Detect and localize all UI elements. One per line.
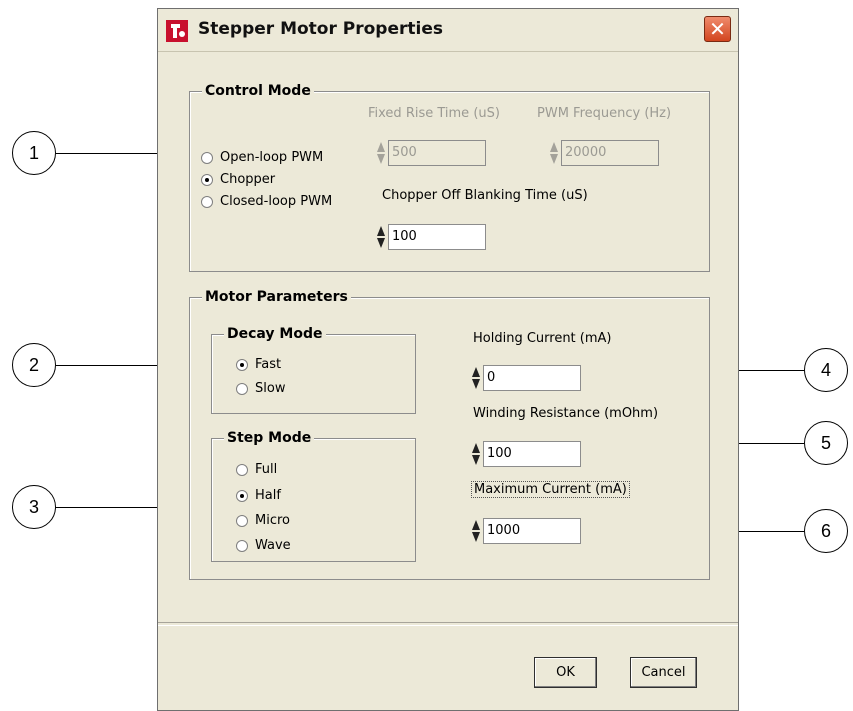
radio-label: Fast xyxy=(255,357,282,372)
callout-3: 3 xyxy=(12,485,56,529)
radio-open-loop-pwm[interactable]: Open-loop PWM xyxy=(201,147,323,168)
fixed-rise-time-input: 500 xyxy=(388,140,486,166)
holding-current-control: 0 xyxy=(472,365,581,391)
radio-step-full[interactable]: Full xyxy=(236,459,277,480)
pwm-frequency-control: 20000 xyxy=(550,140,659,166)
radio-indicator xyxy=(201,173,213,186)
pwm-frequency-input: 20000 xyxy=(561,140,659,166)
spinner-arrows-icon xyxy=(377,140,386,166)
radio-label: Wave xyxy=(255,538,291,553)
winding-resistance-input[interactable]: 100 xyxy=(483,441,581,467)
radio-indicator xyxy=(236,358,248,371)
callout-4: 4 xyxy=(804,348,848,392)
step-mode-title: Step Mode xyxy=(224,429,315,447)
ok-button[interactable]: OK xyxy=(534,657,597,688)
stepper-motor-properties-dialog: Stepper Motor Properties ✕ Control Mode … xyxy=(157,8,739,711)
radio-closed-loop-pwm[interactable]: Closed-loop PWM xyxy=(201,191,332,212)
callout-2: 2 xyxy=(12,343,56,387)
radio-step-wave[interactable]: Wave xyxy=(236,535,291,556)
radio-label: Micro xyxy=(255,513,290,528)
radio-label: Closed-loop PWM xyxy=(220,194,333,209)
decay-mode-title: Decay Mode xyxy=(224,325,326,343)
radio-indicator xyxy=(236,382,248,395)
winding-resistance-control: 100 xyxy=(472,441,581,467)
radio-label: Slow xyxy=(255,381,286,396)
decay-mode-group: Decay Mode Fast Slow xyxy=(211,325,416,414)
footer-divider xyxy=(158,622,738,626)
step-mode-group: Step Mode Full Half Micro Wave xyxy=(211,429,416,562)
radio-step-micro[interactable]: Micro xyxy=(236,510,290,531)
control-mode-group: Control Mode Open-loop PWM Chopper Close… xyxy=(189,82,710,272)
maximum-current-control: 1000 xyxy=(472,518,581,544)
radio-indicator xyxy=(201,151,213,164)
spinner-arrows-icon[interactable] xyxy=(472,518,481,544)
control-mode-title: Control Mode xyxy=(202,82,314,100)
spinner-arrows-icon[interactable] xyxy=(377,224,386,250)
callout-1: 1 xyxy=(12,131,56,175)
radio-indicator xyxy=(236,463,248,476)
spinner-arrows-icon xyxy=(550,140,559,166)
chopper-off-blanking-label: Chopper Off Blanking Time (uS) xyxy=(382,188,588,203)
chopper-off-blanking-input[interactable]: 100 xyxy=(388,224,486,250)
winding-resistance-label: Winding Resistance (mOhm) xyxy=(473,406,659,421)
motor-parameters-title: Motor Parameters xyxy=(202,288,351,306)
radio-indicator xyxy=(201,195,213,208)
radio-label: Full xyxy=(255,462,278,477)
radio-decay-fast[interactable]: Fast xyxy=(236,354,281,375)
radio-label: Chopper xyxy=(220,172,276,187)
chopper-off-blanking-control: 100 xyxy=(377,224,486,250)
holding-current-input[interactable]: 0 xyxy=(483,365,581,391)
title-bar[interactable]: Stepper Motor Properties ✕ xyxy=(158,9,738,52)
cancel-button[interactable]: Cancel xyxy=(630,657,697,688)
spinner-arrows-icon[interactable] xyxy=(472,365,481,391)
holding-current-label: Holding Current (mA) xyxy=(473,331,612,346)
radio-step-half[interactable]: Half xyxy=(236,485,281,506)
window-title: Stepper Motor Properties xyxy=(198,19,443,39)
radio-indicator xyxy=(236,514,248,527)
motor-parameters-group: Motor Parameters Decay Mode Fast Slow St… xyxy=(189,288,710,580)
maximum-current-label: Maximum Current (mA) xyxy=(471,481,630,498)
fixed-rise-time-label: Fixed Rise Time (uS) xyxy=(368,106,500,121)
radio-indicator xyxy=(236,539,248,552)
close-button[interactable]: ✕ xyxy=(704,16,731,42)
radio-indicator xyxy=(236,489,248,502)
radio-label: Half xyxy=(255,488,281,503)
radio-chopper[interactable]: Chopper xyxy=(201,169,275,190)
pwm-frequency-label: PWM Frequency (Hz) xyxy=(537,106,672,121)
fixed-rise-time-control: 500 xyxy=(377,140,486,166)
radio-decay-slow[interactable]: Slow xyxy=(236,378,285,399)
close-icon: ✕ xyxy=(709,17,726,41)
callout-6: 6 xyxy=(804,509,848,553)
spinner-arrows-icon[interactable] xyxy=(472,441,481,467)
maximum-current-input[interactable]: 1000 xyxy=(483,518,581,544)
callout-5: 5 xyxy=(804,421,848,465)
radio-label: Open-loop PWM xyxy=(220,150,324,165)
app-logo-icon xyxy=(166,20,188,42)
